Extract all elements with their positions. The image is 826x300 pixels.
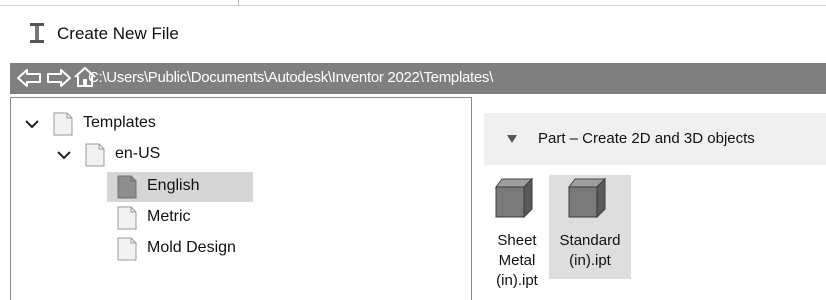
title-bar: Create New File bbox=[0, 8, 826, 60]
template-group-header[interactable]: Part – Create 2D and 3D objects bbox=[484, 113, 826, 165]
tree-item-label: Templates bbox=[83, 114, 156, 131]
folder-icon bbox=[117, 175, 137, 199]
template-label-line: Metal bbox=[498, 252, 536, 269]
folder-icon bbox=[117, 237, 137, 261]
collapse-triangle-icon[interactable] bbox=[506, 134, 518, 144]
template-label-line: Standard bbox=[559, 232, 621, 249]
tree-item-label: English bbox=[147, 177, 200, 194]
tree-item-templates[interactable]: Templates bbox=[11, 110, 311, 138]
template-label-line: Sheet bbox=[497, 232, 537, 249]
forward-arrow-icon[interactable] bbox=[46, 68, 72, 88]
folder-icon bbox=[85, 143, 105, 167]
tree-item-metric[interactable]: Metric bbox=[107, 204, 253, 232]
address-path[interactable]: C:\Users\Public\Documents\Autodesk\Inven… bbox=[88, 69, 493, 86]
template-standard[interactable]: Standard (in).ipt bbox=[549, 175, 631, 279]
chevron-down-icon[interactable] bbox=[57, 150, 71, 160]
back-arrow-icon[interactable] bbox=[16, 68, 42, 88]
inventor-app-icon bbox=[30, 23, 44, 43]
template-tree: Templates en-US English Metric Mold Desi… bbox=[10, 97, 472, 300]
tree-item-mold-design[interactable]: Mold Design bbox=[107, 235, 287, 263]
template-label-line: (in).ipt bbox=[569, 252, 611, 269]
tree-item-label: Mold Design bbox=[147, 239, 236, 256]
address-bar: C:\Users\Public\Documents\Autodesk\Inven… bbox=[10, 63, 826, 94]
window-top-edge bbox=[0, 0, 826, 6]
tree-item-label: en-US bbox=[115, 145, 161, 162]
part-cube-icon bbox=[568, 177, 607, 219]
top-tick bbox=[238, 0, 239, 6]
part-cube-icon bbox=[495, 177, 534, 219]
chevron-down-icon[interactable] bbox=[25, 119, 39, 129]
group-label: Part – Create 2D and 3D objects bbox=[538, 130, 755, 147]
folder-icon bbox=[117, 206, 137, 230]
template-label: Standard (in).ipt bbox=[549, 231, 631, 271]
template-label-line: (in).ipt bbox=[496, 272, 538, 289]
template-sheet-metal[interactable]: Sheet Metal (in).ipt bbox=[487, 175, 547, 300]
tree-item-en-us[interactable]: en-US bbox=[11, 141, 311, 169]
folder-icon bbox=[53, 112, 73, 136]
tree-item-english[interactable]: English bbox=[107, 173, 253, 201]
tree-item-label: Metric bbox=[147, 208, 191, 225]
template-label: Sheet Metal (in).ipt bbox=[487, 231, 547, 291]
window-title: Create New File bbox=[57, 24, 179, 43]
